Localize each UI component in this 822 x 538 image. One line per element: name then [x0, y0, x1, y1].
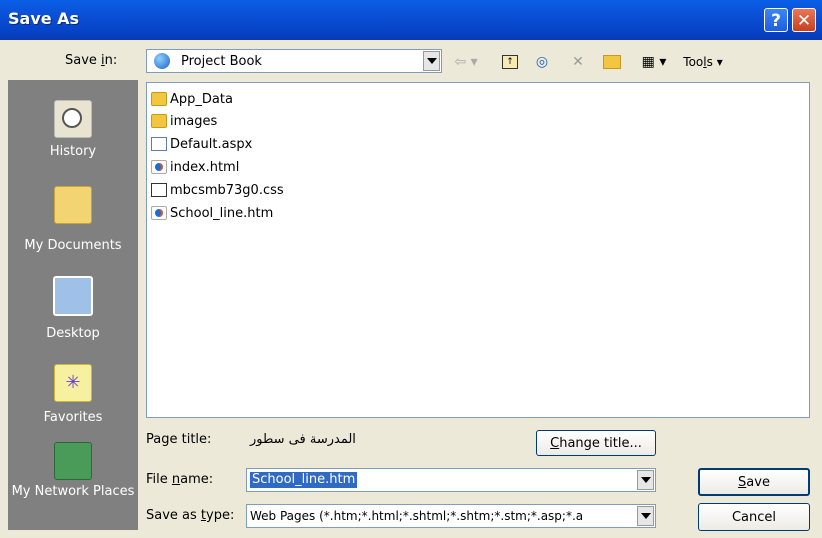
file-name: mbcsmb73g0.css: [170, 182, 284, 198]
page-title-value: المدرسة فى سطور: [250, 432, 356, 447]
save-as-type-dropdown[interactable]: Web Pages (*.htm;*.html;*.shtml;*.shtm;*…: [246, 504, 656, 528]
search-web-icon[interactable]: ◎: [530, 51, 554, 73]
tools-label: Tools: [683, 55, 713, 69]
file-name: index.html: [170, 159, 240, 175]
history-icon: [54, 100, 92, 138]
help-button[interactable]: ?: [764, 8, 788, 32]
file-name-label: File name:: [146, 472, 214, 487]
my-documents-icon: [54, 186, 92, 224]
place-my-documents[interactable]: My Documents: [8, 186, 138, 253]
cancel-button-label: Cancel: [731, 509, 777, 525]
desktop-icon: [53, 276, 93, 316]
aspx-file-icon: [151, 137, 167, 151]
place-desktop[interactable]: Desktop: [8, 276, 138, 341]
close-button[interactable]: ✕: [792, 8, 816, 32]
save-in-label: Save in:: [65, 53, 118, 68]
change-title-button[interactable]: Change title...: [536, 430, 656, 456]
save-in-dropdown[interactable]: Project Book: [146, 49, 442, 73]
save-button-label: Save: [738, 474, 770, 490]
css-file-icon: [151, 183, 167, 197]
html-file-icon: [151, 206, 167, 220]
network-places-icon: [54, 442, 92, 480]
place-favorites[interactable]: ✳ Favorites: [8, 364, 138, 425]
file-name-value: School_line.htm: [250, 472, 358, 488]
back-icon[interactable]: ⇦ ▾: [452, 51, 480, 73]
file-name: Default.aspx: [170, 136, 253, 152]
views-icon[interactable]: ▦ ▾: [636, 51, 672, 73]
list-item[interactable]: images: [151, 111, 217, 131]
up-folder-icon[interactable]: ↑: [498, 51, 522, 73]
file-name-field[interactable]: School_line.htm: [246, 468, 656, 492]
title-bar[interactable]: Save As ? ✕: [0, 0, 822, 40]
window-title: Save As: [8, 9, 80, 28]
place-desktop-label: Desktop: [46, 326, 100, 341]
file-name: School_line.htm: [170, 205, 274, 221]
save-button[interactable]: Save: [698, 468, 810, 496]
save-as-dialog: Save As ? ✕ Save in: Project Book ⇦ ▾ ↑ …: [0, 0, 822, 538]
place-network[interactable]: My Network Places: [8, 442, 138, 500]
chevron-down-icon[interactable]: [423, 51, 440, 71]
places-bar: History My Documents Desktop ✳ Favorites…: [8, 80, 138, 530]
list-item[interactable]: mbcsmb73g0.css: [151, 180, 284, 200]
place-history-label: History: [49, 144, 97, 159]
change-title-label: Change title...: [550, 435, 642, 451]
folder-icon: [151, 92, 167, 106]
chevron-down-icon[interactable]: [637, 470, 654, 490]
chevron-down-icon[interactable]: [637, 506, 654, 526]
place-my-documents-label: My Documents: [24, 238, 122, 253]
list-item[interactable]: index.html: [151, 157, 239, 177]
file-name: images: [170, 113, 218, 129]
place-network-label: My Network Places: [11, 484, 135, 499]
delete-icon[interactable]: ✕: [568, 51, 588, 73]
save-in-value: Project Book: [181, 54, 262, 69]
list-item[interactable]: School_line.htm: [151, 203, 273, 223]
new-folder-icon[interactable]: [600, 51, 624, 73]
favorites-icon: ✳: [54, 364, 92, 402]
save-as-type-value: Web Pages (*.htm;*.html;*.shtml;*.shtm;*…: [250, 509, 584, 523]
cancel-button[interactable]: Cancel: [698, 503, 810, 531]
save-as-type-label: Save as type:: [146, 508, 235, 523]
tools-menu[interactable]: Tools ▾: [678, 51, 728, 73]
html-file-icon: [151, 160, 167, 174]
place-history[interactable]: History: [8, 100, 138, 159]
folder-icon: [151, 114, 167, 128]
place-favorites-label: Favorites: [43, 410, 103, 425]
list-item[interactable]: App_Data: [151, 89, 233, 109]
globe-icon: [154, 53, 170, 69]
file-list[interactable]: App_Data images Default.aspx index.html …: [146, 82, 810, 418]
list-item[interactable]: Default.aspx: [151, 134, 252, 154]
file-name: App_Data: [170, 91, 233, 107]
page-title-label: Page title:: [146, 432, 212, 447]
